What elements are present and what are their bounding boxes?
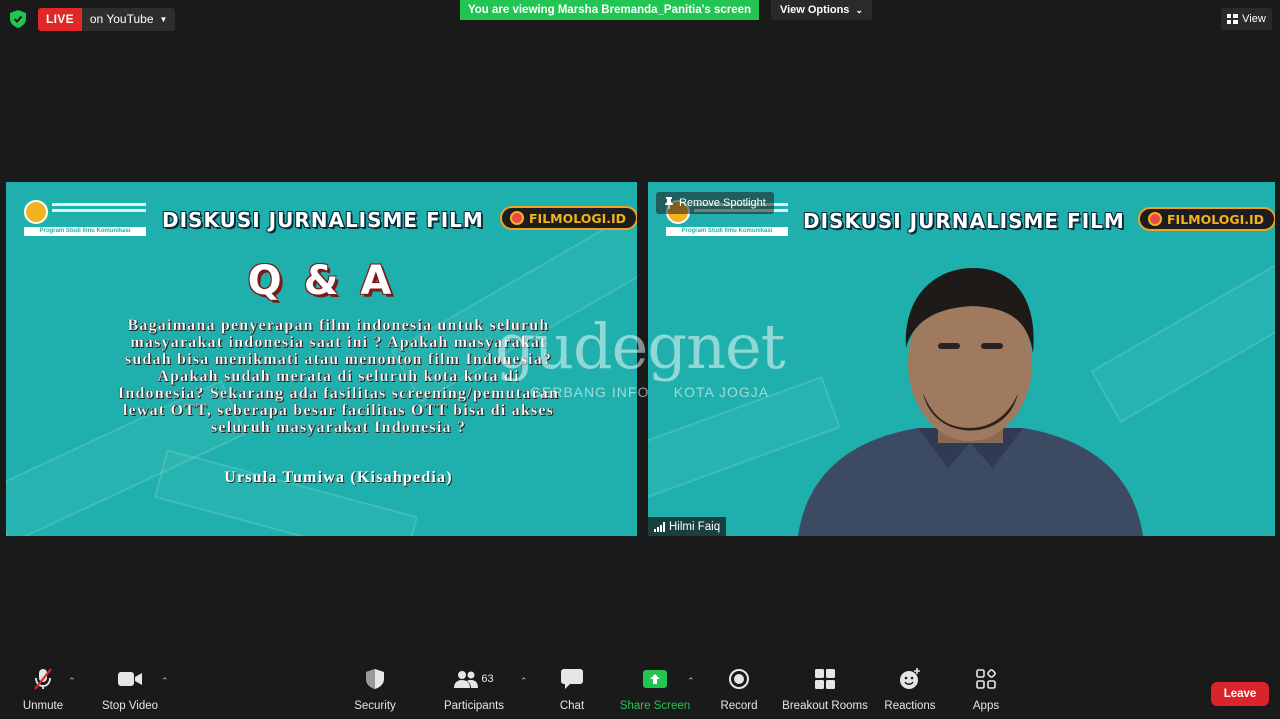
caret-down-icon: ▼ (159, 15, 168, 24)
meeting-toolbar: Unmute ⌃ Stop Video ⌃ Security 63 Partic… (0, 664, 1280, 719)
record-button[interactable]: Record (716, 664, 762, 719)
unmute-button[interactable]: Unmute (20, 664, 66, 719)
question-line: Bagaimana penyerapan film indonesia untu… (127, 317, 550, 334)
university-logo: Program Studi Ilmu Komunikasi (24, 200, 146, 236)
participants-label: Participants (443, 700, 505, 712)
chat-label: Chat (559, 700, 585, 712)
viewing-screen-banner: You are viewing Marsha Bremanda_Panitia'… (460, 0, 759, 20)
speaker-video-feed (798, 268, 1143, 536)
breakout-rooms-button[interactable]: Breakout Rooms (780, 664, 870, 719)
filmologi-label: FILMOLOGI.ID (529, 210, 627, 226)
chevron-down-icon: ⌄ (855, 5, 864, 15)
reactions-label: Reactions (884, 700, 936, 712)
view-options-label: View Options (779, 4, 850, 16)
share-screen-button[interactable]: Share Screen (620, 664, 690, 719)
live-destination-label: on YouTube (89, 12, 154, 26)
pin-icon (665, 197, 673, 209)
slide-title: DISKUSI JURNALISME FILM (162, 208, 484, 232)
unmute-label: Unmute (22, 700, 64, 712)
participant-name: Hilmi Faiq (669, 520, 721, 533)
qa-heading: Q & A (247, 258, 396, 304)
stop-video-label: Stop Video (101, 700, 159, 712)
remove-spotlight-button[interactable]: Remove Spotlight (656, 192, 774, 214)
film-reel-icon (510, 211, 524, 225)
question-line: Indonesia? Sekarang ada fasilitas screen… (117, 385, 560, 402)
shield-check-icon[interactable] (10, 10, 26, 28)
participants-caret-icon[interactable]: ⌃ (520, 676, 528, 687)
filmologi-logo: FILMOLOGI.ID (500, 206, 637, 230)
film-strip-decoration (153, 449, 419, 536)
breakout-rooms-label: Breakout Rooms (782, 700, 868, 712)
chat-button[interactable]: Chat (552, 664, 592, 719)
audio-options-caret-icon[interactable]: ⌃ (68, 676, 76, 687)
share-screen-icon (643, 670, 667, 688)
filmologi-label: FILMOLOGI.ID (1167, 211, 1265, 227)
reactions-button[interactable]: Reactions (884, 664, 936, 719)
reaction-emoji-icon (900, 668, 920, 689)
leave-button[interactable]: Leave (1211, 682, 1269, 706)
speaker-video-tile[interactable]: Program Studi Ilmu Komunikasi DISKUSI JU… (648, 182, 1275, 536)
participant-name-tag: Hilmi Faiq (648, 517, 727, 536)
live-stream-indicator[interactable]: LIVE on YouTube ▼ (38, 8, 176, 31)
participants-count: 63 (481, 673, 494, 685)
chat-bubble-icon (561, 669, 583, 689)
shared-screen-tile[interactable]: Program Studi Ilmu Komunikasi DISKUSI JU… (6, 182, 637, 536)
program-label: Program Studi Ilmu Komunikasi (24, 227, 146, 236)
breakout-rooms-icon (815, 669, 835, 689)
slide-title: DISKUSI JURNALISME FILM (803, 209, 1125, 233)
muted-microphone-icon (34, 668, 52, 690)
remove-spotlight-label: Remove Spotlight (679, 197, 766, 209)
filmologi-logo: FILMOLOGI.ID (1138, 207, 1275, 231)
question-text: Bagaimana penyerapan film indonesia untu… (86, 317, 591, 436)
view-options-button[interactable]: View Options ⌄ (771, 0, 872, 20)
apps-button[interactable]: Apps (966, 664, 1006, 719)
share-options-caret-icon[interactable]: ⌃ (687, 676, 695, 687)
record-label: Record (720, 700, 758, 712)
view-button[interactable]: View (1221, 8, 1272, 30)
question-line: sudah bisa menikmati atau menonton film … (124, 351, 553, 368)
apps-label: Apps (972, 700, 1000, 712)
question-line: Apakah sudah merata di seluruh kota kota… (157, 368, 520, 385)
security-button[interactable]: Security (352, 664, 398, 719)
security-label: Security (354, 700, 396, 712)
video-options-caret-icon[interactable]: ⌃ (161, 676, 169, 687)
film-reel-icon (1148, 212, 1162, 226)
view-label: View (1242, 13, 1266, 25)
share-screen-label: Share Screen (619, 700, 691, 712)
video-camera-icon (118, 672, 142, 686)
signal-strength-icon (654, 521, 665, 532)
question-author: Ursula Tumiwa (Kisahpedia) (224, 469, 453, 486)
program-label: Program Studi Ilmu Komunikasi (666, 227, 788, 236)
question-line: masyarakat indonesia saat ini ? Apakah m… (130, 334, 547, 351)
grid-view-icon (1227, 14, 1239, 24)
live-badge: LIVE (38, 8, 82, 31)
participants-button[interactable]: 63 Participants (442, 664, 506, 719)
question-line: seluruh masyarakat Indonesia ? (210, 419, 467, 436)
university-emblem-icon (24, 200, 48, 224)
security-shield-icon (366, 669, 384, 689)
record-icon (729, 669, 749, 689)
stop-video-button[interactable]: Stop Video (100, 664, 160, 719)
live-destination-dropdown[interactable]: on YouTube ▼ (81, 8, 176, 31)
participants-icon (454, 671, 479, 688)
apps-icon (976, 669, 996, 689)
question-line: lewat OTT, seberapa besar facilitas OTT … (122, 402, 555, 419)
